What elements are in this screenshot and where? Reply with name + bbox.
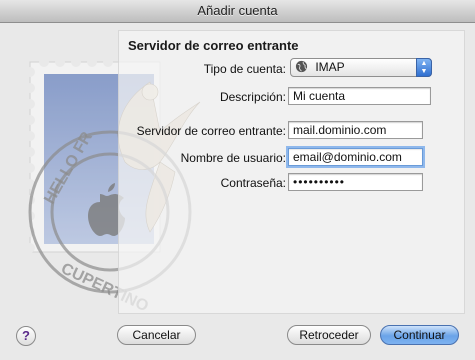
username-field[interactable]: email@dominio.com (288, 148, 423, 166)
description-field[interactable]: Mi cuenta (288, 87, 431, 105)
account-type-select[interactable]: IMAP ▲ ▼ (290, 58, 432, 77)
incoming-server-field[interactable]: mail.dominio.com (288, 121, 423, 139)
panel-title: Servidor de correo entrante (128, 38, 299, 53)
help-icon: ? (22, 328, 30, 343)
back-button[interactable]: Retroceder (287, 325, 371, 345)
help-button[interactable]: ? (16, 326, 36, 346)
title-bar: Añadir cuenta (0, 0, 475, 23)
continue-button[interactable]: Continuar (380, 325, 459, 345)
username-label: Nombre de usuario: (180, 151, 286, 165)
password-label: Contraseña: (220, 176, 286, 190)
account-type-label: Tipo de cuenta: (203, 62, 286, 76)
add-account-window: Añadir cuenta HELLO FR CUPERTINO Servido… (0, 0, 475, 360)
globe-icon (295, 60, 308, 73)
password-field[interactable]: •••••••••• (288, 173, 423, 191)
window-title: Añadir cuenta (197, 3, 278, 18)
description-label: Descripción: (219, 90, 286, 104)
popup-stepper-icon[interactable]: ▲ ▼ (416, 58, 432, 77)
cancel-button[interactable]: Cancelar (117, 325, 196, 345)
account-type-value: IMAP (315, 60, 345, 74)
incoming-server-label: Servidor de correo entrante: (136, 124, 286, 138)
